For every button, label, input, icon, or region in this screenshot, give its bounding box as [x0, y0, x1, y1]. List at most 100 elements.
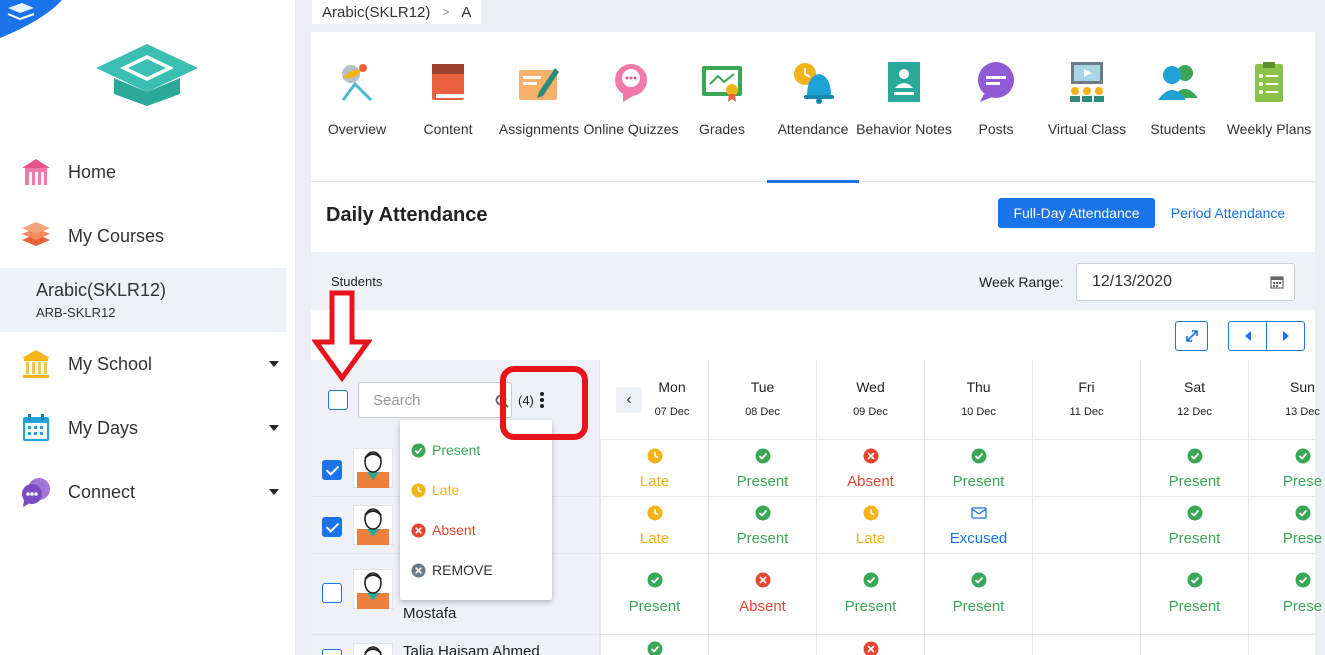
status-label: Present	[952, 598, 1005, 615]
caret-left-icon	[1244, 331, 1251, 341]
status-label: Present	[736, 473, 789, 490]
sidebar-active-course[interactable]: Arabic(SKLR12) ARB-SKLR12	[0, 268, 286, 332]
students-icon	[1158, 65, 1198, 100]
period-attendance-button[interactable]: Period Attendance	[1163, 198, 1293, 228]
sidebar-item-my-school[interactable]: My School	[0, 339, 296, 389]
attendance-cell[interactable]: Prese	[1248, 554, 1325, 634]
sidebar-item-my-days[interactable]: My Days	[0, 403, 296, 453]
tab-assignments[interactable]: Assignments	[493, 32, 585, 182]
tab-attendance[interactable]: Attendance	[767, 32, 859, 183]
days-header: ‹ Mon 07 Dec Tue 08 Dec Wed 09 Dec Thu 1…	[600, 360, 1320, 440]
attendance-cell[interactable]: Late	[600, 497, 708, 553]
attendance-cell[interactable]	[708, 635, 816, 655]
bell-icon	[794, 63, 834, 104]
sidebar-item-my-courses[interactable]: My Courses	[0, 211, 296, 261]
attendance-cell[interactable]: Present	[1140, 497, 1248, 553]
breadcrumb-course-link[interactable]: Arabic(SKLR12)	[322, 4, 430, 21]
sidebar-item-connect[interactable]: Connect	[0, 467, 296, 517]
attendance-cell[interactable]: Absent	[816, 440, 924, 496]
calendar-icon[interactable]	[1270, 275, 1284, 289]
tab-weekly-plans[interactable]: Weekly Plans	[1223, 32, 1315, 182]
full-day-attendance-button[interactable]: Full-Day Attendance	[998, 198, 1155, 228]
attendance-cell[interactable]: Present	[708, 497, 816, 553]
attendance-cell[interactable]: Excused	[924, 497, 1032, 553]
day-name: Sat	[1183, 379, 1205, 395]
course-code: ARB-SKLR12	[36, 305, 116, 320]
x-circle-icon	[755, 572, 771, 588]
avatar	[353, 569, 393, 609]
attendance-cell[interactable]: Present	[1140, 440, 1248, 496]
attendance-cell[interactable]: Prese	[1248, 440, 1325, 496]
check-circle-icon	[755, 448, 771, 464]
attendance-cell[interactable]: Late	[600, 440, 708, 496]
x-circle-icon	[411, 522, 426, 538]
attendance-cell[interactable]	[1032, 635, 1140, 655]
chevron-down-icon[interactable]	[269, 489, 279, 495]
posts-icon	[978, 62, 1014, 102]
day-name: Thu	[966, 379, 991, 395]
menu-item-remove[interactable]: REMOVE	[400, 550, 552, 590]
attendance-cell[interactable]	[1248, 635, 1325, 655]
tab-behavior-notes[interactable]: Behavior Notes	[856, 32, 952, 182]
row-checkbox[interactable]	[322, 460, 342, 480]
day-header-thu: Thu 10 Dec	[924, 360, 1032, 440]
tab-content[interactable]: Content	[402, 32, 494, 182]
attendance-cell[interactable]	[1140, 635, 1248, 655]
previous-week-button[interactable]	[1228, 321, 1267, 351]
attendance-cell[interactable]: Present	[816, 554, 924, 634]
attendance-cell[interactable]	[816, 635, 924, 655]
next-week-button[interactable]	[1266, 321, 1305, 351]
tab-virtual-class[interactable]: Virtual Class	[1041, 32, 1133, 182]
sidebar: Home My Courses Arabic(SKLR12) ARB-SKLR1…	[0, 0, 296, 655]
menu-item-absent[interactable]: Absent	[400, 510, 552, 550]
attendance-header: Daily Attendance Full-Day Attendance Per…	[311, 182, 1315, 252]
status-label: Late	[639, 530, 670, 547]
attendance-cell[interactable]	[924, 635, 1032, 655]
chevron-down-icon[interactable]	[269, 361, 279, 367]
day-header-tue: Tue 08 Dec	[708, 360, 816, 440]
row-checkbox[interactable]	[322, 517, 342, 537]
tab-online-quizzes[interactable]: Online Quizzes	[584, 32, 678, 182]
attendance-cell[interactable]: Present	[708, 440, 816, 496]
clock-icon	[863, 505, 879, 521]
attendance-cell[interactable]: Present	[600, 554, 708, 634]
status-label: Late	[855, 530, 886, 547]
attendance-cell[interactable]: Present	[924, 440, 1032, 496]
attendance-cell[interactable]: Present	[1140, 554, 1248, 634]
attendance-cell[interactable]: Late	[816, 497, 924, 553]
check-circle-icon	[863, 572, 879, 588]
attendance-cell[interactable]: Absent	[708, 554, 816, 634]
annotation-arrow-icon	[312, 290, 372, 382]
corner-logo-icon	[0, 0, 62, 38]
sidebar-item-label: Home	[68, 161, 117, 182]
attendance-cell[interactable]	[1032, 554, 1140, 634]
tab-overview[interactable]: Overview	[311, 32, 403, 182]
tab-grades[interactable]: Grades	[676, 32, 768, 182]
attendance-cell[interactable]: Present	[924, 554, 1032, 634]
search-input[interactable]: Search	[358, 382, 512, 418]
tab-students[interactable]: Students	[1132, 32, 1224, 182]
plans-icon	[1255, 62, 1283, 102]
book-icon	[432, 64, 464, 100]
sidebar-item-home[interactable]: Home	[0, 147, 296, 197]
week-range-input[interactable]: 12/13/2020	[1076, 263, 1295, 301]
status-label: Present	[628, 598, 681, 615]
breadcrumb-section: A	[461, 3, 472, 21]
menu-item-late[interactable]: Late	[400, 470, 552, 510]
attendance-cell[interactable]	[1032, 497, 1140, 553]
row-checkbox[interactable]	[322, 649, 342, 655]
menu-item-label: Late	[432, 482, 460, 498]
tab-posts[interactable]: Posts	[950, 32, 1042, 182]
day-header-wed: Wed 09 Dec	[816, 360, 924, 440]
expand-button[interactable]	[1175, 321, 1208, 351]
tab-label: Content	[423, 121, 473, 137]
attendance-cell[interactable]	[600, 635, 708, 655]
attendance-cell[interactable]: Prese	[1248, 497, 1325, 553]
row-checkbox[interactable]	[322, 583, 342, 603]
chevron-down-icon[interactable]	[269, 425, 279, 431]
select-all-checkbox[interactable]	[328, 390, 348, 410]
status-label: Prese	[1282, 530, 1323, 547]
week-range-value: 12/13/2020	[1092, 273, 1173, 290]
attendance-cell[interactable]	[1032, 440, 1140, 496]
overview-icon	[341, 64, 373, 102]
